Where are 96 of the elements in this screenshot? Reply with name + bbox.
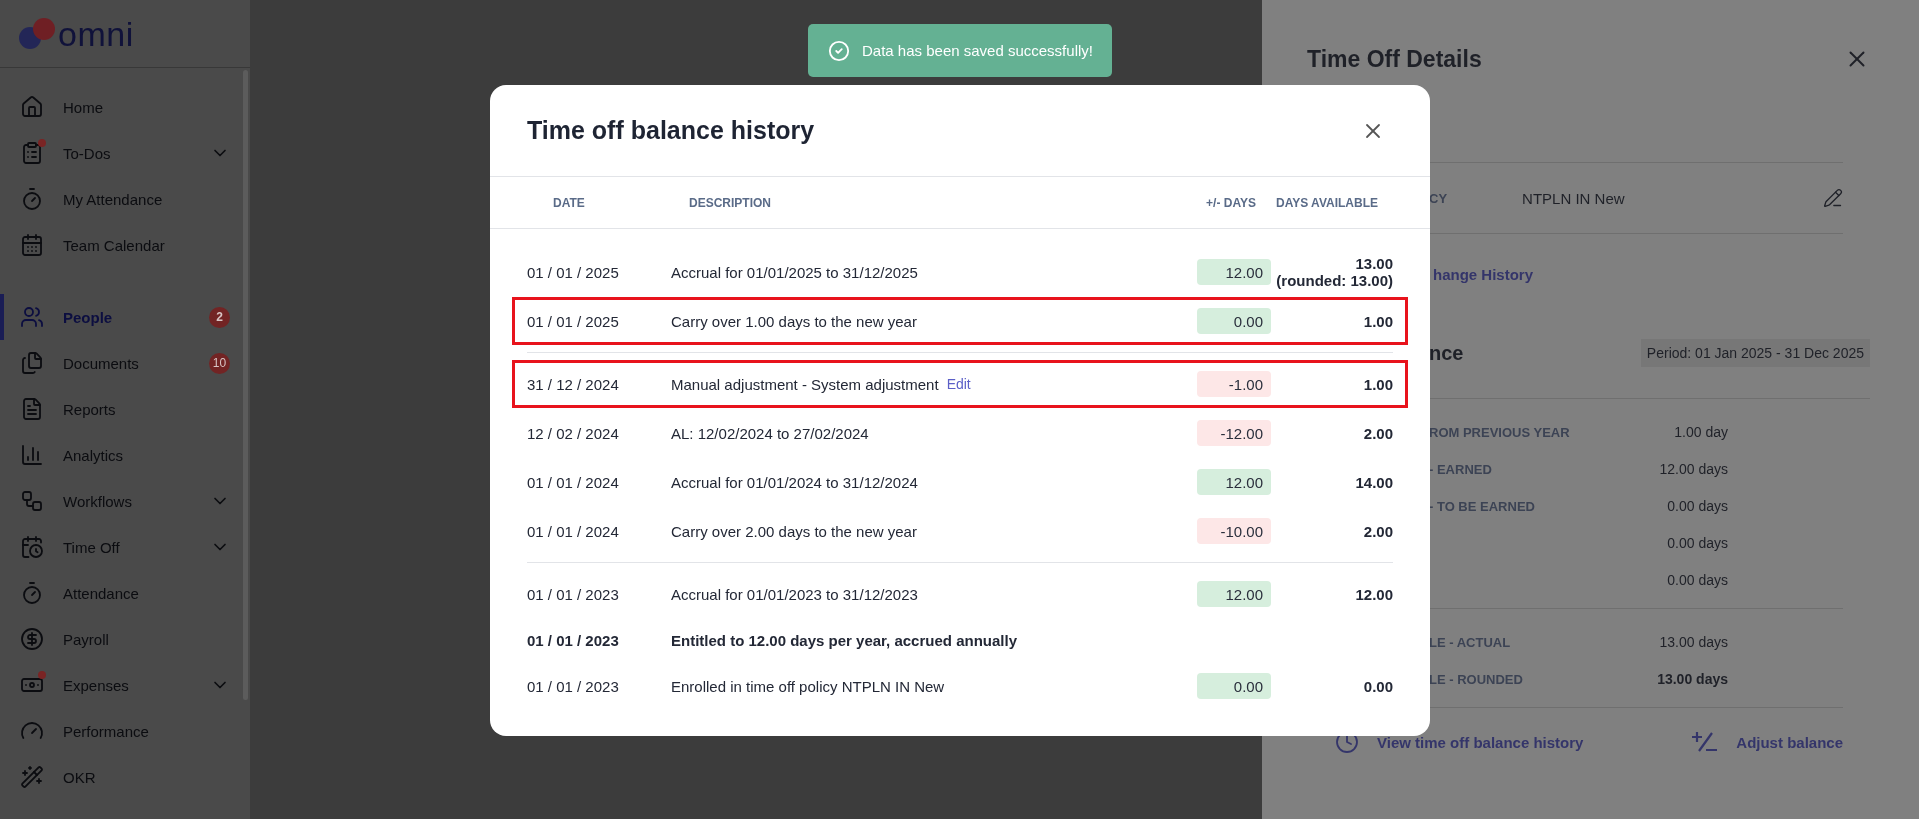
date-cell-text: 01 / 01 / 2023 (527, 631, 620, 649)
balance-label: ROM PREVIOUS YEAR (1429, 424, 1570, 440)
documents-icon (20, 351, 44, 375)
description-cell: Accrual for 01/01/2023 to 31/12/2023 (671, 585, 918, 603)
calendar-icon (20, 233, 44, 257)
dialog-title: Time off balance history (527, 116, 815, 145)
house-icon (20, 95, 44, 119)
column-header: DESCRIPTION (688, 195, 772, 210)
column-header: DAYS AVAILABLE (1275, 195, 1378, 210)
bar-chart-icon (20, 443, 44, 467)
days-available: 1.00 (1363, 375, 1393, 393)
balance-value: 0.00 days (1666, 534, 1728, 551)
nav-item[interactable]: Reports (0, 386, 250, 432)
stopwatch-icon (20, 581, 44, 605)
wand-icon (20, 765, 44, 789)
policy-value: NTPLN IN New (1522, 189, 1626, 207)
period-label: Period: 01 Jan 2025 - 31 Dec 2025 (1640, 339, 1870, 367)
list-icon (20, 141, 44, 165)
date-cell-text: 01 / 01 / 2023 (527, 677, 620, 695)
days-change: -1.00 (1197, 371, 1271, 397)
dollar-icon (20, 627, 44, 651)
days-available-rounded: (rounded: 13.00) (1276, 272, 1393, 289)
days-available: 14.00 (1355, 473, 1393, 491)
count-badge: 2 (209, 306, 230, 328)
workflow-icon (20, 489, 44, 513)
nav-item[interactable]: Analytics (0, 432, 250, 478)
balance-label: - TO BE EARNED (1429, 498, 1535, 514)
days-available: 13.00 (1355, 255, 1393, 272)
date-cell-text: 01 / 01 / 2025 (527, 263, 620, 281)
nav-item[interactable]: Time Off (0, 524, 250, 570)
nav-item[interactable]: People 2 (0, 294, 250, 340)
nav-item[interactable]: Performance (0, 708, 250, 754)
days-change: 12.00 (1197, 581, 1271, 607)
people-icon (20, 305, 44, 329)
days-change: 12.00 (1197, 259, 1271, 285)
adjust-balance-link[interactable]: Adjust balance (1692, 731, 1843, 753)
balance-label: LE - ROUNDED (1429, 671, 1523, 687)
edit-link[interactable]: Edit (946, 376, 971, 392)
balance-value: 0.00 days (1666, 571, 1728, 588)
balance-value: 13.00 days (1656, 670, 1728, 687)
description-cell: AL: 12/02/2024 to 27/02/2024 (671, 424, 869, 442)
nav-item[interactable]: To-Dos (0, 130, 250, 176)
description-cell: Manual adjustment - System adjustment (671, 375, 939, 393)
nav-item[interactable]: Expenses (0, 662, 250, 708)
column-header: +/- DAYS (1205, 195, 1256, 210)
description-cell: Entitled to 12.00 days per year, accrued annually (671, 631, 1017, 649)
calendar-clock-icon (20, 535, 44, 559)
nav-item[interactable]: Team Calendar (0, 222, 250, 268)
check-circle-icon (828, 39, 850, 62)
nav-item[interactable]: Workflows (0, 478, 250, 524)
drawer-title: Time Off Details (1307, 46, 1482, 73)
stopwatch-icon (20, 187, 44, 211)
nav-item[interactable]: Attendance (0, 570, 250, 616)
logo-icon (18, 17, 56, 50)
date-cell-text: 01 / 01 / 2023 (527, 585, 620, 603)
days-available: 2.00 (1363, 424, 1393, 442)
pencil-icon[interactable] (1823, 188, 1843, 208)
date-cell-text: 01 / 01 / 2024 (527, 522, 620, 540)
days-change: 0.00 (1197, 308, 1271, 334)
nav-item[interactable]: Payroll (0, 616, 250, 662)
toast-message: Data has been saved successfully! (862, 42, 1093, 59)
nav-item[interactable]: OKR (0, 754, 250, 800)
nav-item[interactable]: Home (0, 84, 250, 130)
date-cell-text: 01 / 01 / 2025 (527, 312, 620, 330)
balance-value: 12.00 days (1658, 460, 1728, 477)
date-cell-text: 01 / 01 / 2024 (527, 473, 620, 491)
days-available: 12.00 (1355, 585, 1393, 603)
change-history-link[interactable]: hange History (1433, 266, 1534, 283)
days-change: 0.00 (1197, 673, 1271, 699)
balance-label: LE - ACTUAL (1429, 634, 1511, 650)
days-change: 12.00 (1197, 469, 1271, 495)
document-icon (20, 397, 44, 421)
nav-item[interactable]: My Attendance (0, 176, 250, 222)
description-cell: Carry over 1.00 days to the new year (671, 312, 917, 330)
balance-value: 13.00 days (1658, 633, 1728, 650)
date-cell-text: 12 / 02 / 2024 (527, 424, 620, 442)
description-cell: Accrual for 01/01/2024 to 31/12/2024 (671, 473, 918, 491)
nav-item[interactable]: Documents 10 (0, 340, 250, 386)
section-title: nce (1429, 341, 1464, 365)
description-cell: Enrolled in time off policy NTPLN IN New (671, 677, 945, 695)
days-change: -12.00 (1197, 420, 1271, 446)
days-available: 0.00 (1363, 677, 1393, 695)
balance-value: 0.00 days (1666, 497, 1728, 514)
column-header: DATE (552, 195, 586, 210)
field-label: CY (1429, 190, 1448, 206)
date-cell-text: 31 / 12 / 2024 (527, 375, 620, 393)
balance-label: - EARNED (1429, 461, 1492, 477)
balance-value: 1.00 day (1673, 423, 1728, 440)
plus-minus-icon (1692, 731, 1719, 753)
days-available: 2.00 (1363, 522, 1393, 540)
description-cell: Accrual for 01/01/2025 to 31/12/2025 (671, 263, 918, 281)
description-cell: Carry over 2.00 days to the new year (671, 522, 917, 540)
logo-text: omni (58, 16, 134, 51)
days-change: -10.00 (1197, 518, 1271, 544)
count-badge: 10 (209, 352, 230, 374)
days-available: 1.00 (1363, 312, 1393, 330)
